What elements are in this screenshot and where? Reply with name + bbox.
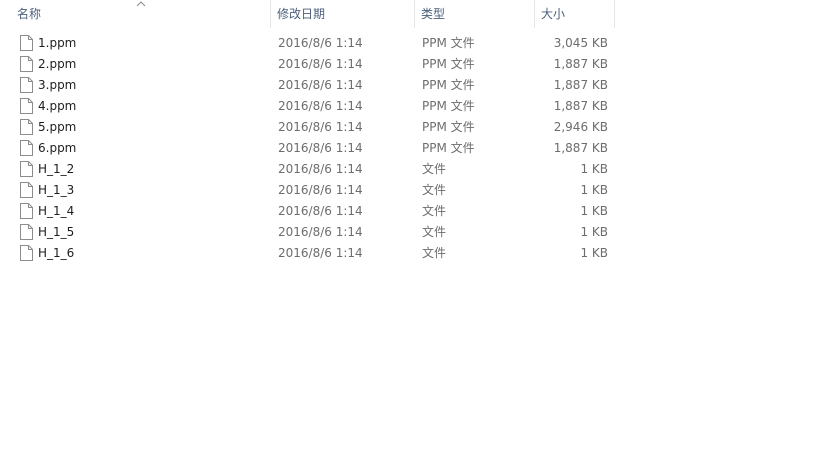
file-size: 1 KB <box>580 162 608 176</box>
file-date-modified: 2016/8/6 1:14 <box>278 36 363 50</box>
column-header-date-modified[interactable]: 修改日期 <box>271 0 415 28</box>
file-date-modified: 2016/8/6 1:14 <box>278 141 363 155</box>
file-size: 1,887 KB <box>553 141 608 155</box>
file-icon <box>20 77 33 93</box>
file-icon <box>20 35 33 51</box>
file-name: H_1_4 <box>38 204 75 218</box>
column-header-size[interactable]: 大小 <box>535 0 615 28</box>
file-icon <box>20 224 33 240</box>
file-name: 2.ppm <box>38 57 77 71</box>
file-icon <box>20 245 33 261</box>
file-type: PPM 文件 <box>422 120 475 134</box>
file-row[interactable]: 2.ppm 2016/8/6 1:14 PPM 文件 1,887 KB <box>0 54 824 75</box>
file-row[interactable]: 4.ppm 2016/8/6 1:14 PPM 文件 1,887 KB <box>0 96 824 117</box>
file-date-modified: 2016/8/6 1:14 <box>278 225 363 239</box>
file-type: PPM 文件 <box>422 36 475 50</box>
file-row[interactable]: H_1_5 2016/8/6 1:14 文件 1 KB <box>0 222 824 243</box>
file-type: PPM 文件 <box>422 141 475 155</box>
file-row[interactable]: H_1_3 2016/8/6 1:14 文件 1 KB <box>0 180 824 201</box>
chevron-up-icon <box>136 1 146 7</box>
file-type: 文件 <box>422 225 447 239</box>
file-icon <box>20 140 33 156</box>
file-type: 文件 <box>422 183 447 197</box>
file-type: PPM 文件 <box>422 99 475 113</box>
file-size: 1 KB <box>580 225 608 239</box>
file-rows: 1.ppm 2016/8/6 1:14 PPM 文件 3,045 KB 2.pp… <box>0 33 824 264</box>
file-name: 4.ppm <box>38 99 77 113</box>
file-list-view: 名称 修改日期 类型 大小 1.ppm 2016/8/6 1:14 PPM 文件… <box>0 0 824 453</box>
column-header-type[interactable]: 类型 <box>415 0 535 28</box>
file-type: 文件 <box>422 204 447 218</box>
file-type: PPM 文件 <box>422 57 475 71</box>
file-row[interactable]: H_1_4 2016/8/6 1:14 文件 1 KB <box>0 201 824 222</box>
file-size: 1,887 KB <box>553 78 608 92</box>
file-date-modified: 2016/8/6 1:14 <box>278 204 363 218</box>
file-size: 1,887 KB <box>553 99 608 113</box>
file-row[interactable]: 6.ppm 2016/8/6 1:14 PPM 文件 1,887 KB <box>0 138 824 159</box>
file-name: H_1_5 <box>38 225 75 239</box>
file-date-modified: 2016/8/6 1:14 <box>278 99 363 113</box>
file-type: PPM 文件 <box>422 78 475 92</box>
file-row[interactable]: 1.ppm 2016/8/6 1:14 PPM 文件 3,045 KB <box>0 33 824 54</box>
file-size: 1 KB <box>580 246 608 260</box>
file-type: 文件 <box>422 246 447 260</box>
file-icon <box>20 203 33 219</box>
file-icon <box>20 182 33 198</box>
file-size: 1 KB <box>580 204 608 218</box>
file-type: 文件 <box>422 162 447 176</box>
file-name: 5.ppm <box>38 120 77 134</box>
file-name: H_1_2 <box>38 162 75 176</box>
file-size: 1,887 KB <box>553 57 608 71</box>
file-date-modified: 2016/8/6 1:14 <box>278 183 363 197</box>
file-row[interactable]: 5.ppm 2016/8/6 1:14 PPM 文件 2,946 KB <box>0 117 824 138</box>
file-row[interactable]: H_1_6 2016/8/6 1:14 文件 1 KB <box>0 243 824 264</box>
file-date-modified: 2016/8/6 1:14 <box>278 57 363 71</box>
file-name: 6.ppm <box>38 141 77 155</box>
file-size: 1 KB <box>580 183 608 197</box>
file-row[interactable]: H_1_2 2016/8/6 1:14 文件 1 KB <box>0 159 824 180</box>
file-row[interactable]: 3.ppm 2016/8/6 1:14 PPM 文件 1,887 KB <box>0 75 824 96</box>
file-name: H_1_3 <box>38 183 75 197</box>
file-size: 3,045 KB <box>553 36 608 50</box>
file-date-modified: 2016/8/6 1:14 <box>278 120 363 134</box>
file-name: 3.ppm <box>38 78 77 92</box>
column-header-bar: 名称 修改日期 类型 大小 <box>0 0 824 28</box>
file-icon <box>20 56 33 72</box>
file-icon <box>20 161 33 177</box>
file-icon <box>20 119 33 135</box>
file-size: 2,946 KB <box>553 120 608 134</box>
file-date-modified: 2016/8/6 1:14 <box>278 246 363 260</box>
file-name: 1.ppm <box>38 36 77 50</box>
file-date-modified: 2016/8/6 1:14 <box>278 162 363 176</box>
file-name: H_1_6 <box>38 246 75 260</box>
file-icon <box>20 98 33 114</box>
file-date-modified: 2016/8/6 1:14 <box>278 78 363 92</box>
